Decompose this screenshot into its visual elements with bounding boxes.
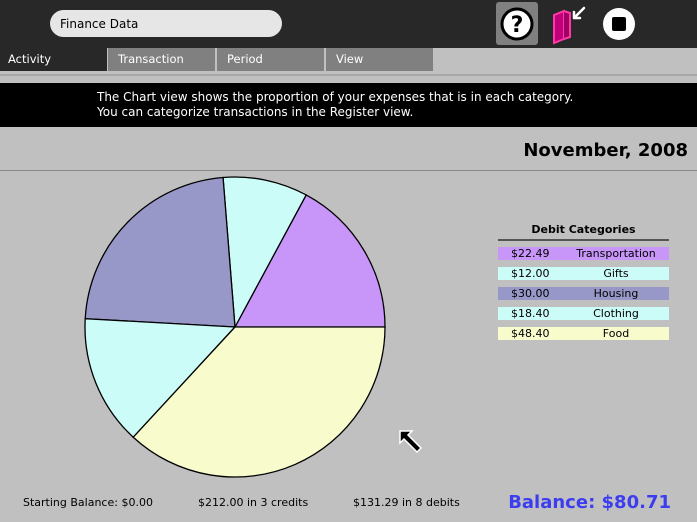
legend-amount: $30.00 bbox=[511, 287, 550, 300]
legend-title: Debit Categories bbox=[498, 223, 669, 241]
legend-amount: $18.40 bbox=[511, 307, 550, 320]
help-icon: ? bbox=[500, 7, 534, 40]
legend-item: $22.49 Transportation bbox=[498, 247, 669, 260]
divider bbox=[0, 170, 697, 171]
pie-slice-housing bbox=[84, 176, 236, 328]
starting-balance: Starting Balance: $0.00 bbox=[23, 496, 153, 509]
legend-category: Food bbox=[602, 327, 630, 340]
tab-activity[interactable]: Activity bbox=[0, 48, 107, 71]
legend-amount: $12.00 bbox=[511, 267, 550, 280]
activity-title-input[interactable] bbox=[50, 10, 282, 37]
legend-item: $30.00 Housing bbox=[498, 287, 669, 300]
period-label: November, 2008 bbox=[523, 140, 688, 161]
pointer-cursor-icon bbox=[399, 430, 423, 454]
tab-transaction[interactable]: Transaction bbox=[108, 48, 215, 71]
legend-item: $12.00 Gifts bbox=[498, 267, 669, 280]
tab-period[interactable]: Period bbox=[217, 48, 324, 71]
keep-icon bbox=[553, 6, 586, 44]
balance-total: Balance: $80.71 bbox=[508, 492, 671, 513]
legend-amount: $48.40 bbox=[511, 327, 550, 340]
tab-bar: Activity Transaction Period View bbox=[0, 48, 697, 71]
svg-text:?: ? bbox=[511, 13, 524, 38]
stop-icon bbox=[603, 7, 635, 40]
tab-view[interactable]: View bbox=[326, 48, 433, 71]
legend-item: $48.40 Food bbox=[498, 327, 669, 340]
expense-pie-chart bbox=[84, 176, 386, 478]
legend-amount: $22.49 bbox=[511, 247, 550, 260]
help-button[interactable]: ? bbox=[496, 2, 538, 45]
banner-line-1: The Chart view shows the proportion of y… bbox=[97, 90, 574, 104]
help-banner: The Chart view shows the proportion of y… bbox=[0, 83, 697, 127]
toolbar: ? bbox=[0, 0, 697, 48]
credits-summary: $212.00 in 3 credits bbox=[198, 496, 309, 509]
legend-category: Clothing bbox=[593, 307, 639, 320]
legend-category: Transportation bbox=[576, 247, 656, 260]
stop-button[interactable] bbox=[598, 2, 640, 45]
tab-divider bbox=[0, 74, 697, 76]
legend-category: Gifts bbox=[603, 267, 629, 280]
banner-line-2: You can categorize transactions in the R… bbox=[97, 105, 414, 119]
debits-summary: $131.29 in 8 debits bbox=[353, 496, 460, 509]
legend-category: Housing bbox=[593, 287, 639, 300]
keep-button[interactable] bbox=[546, 2, 588, 45]
debit-categories-legend: Debit Categories $22.49 Transportation $12… bbox=[498, 223, 669, 347]
legend-item: $18.40 Clothing bbox=[498, 307, 669, 320]
